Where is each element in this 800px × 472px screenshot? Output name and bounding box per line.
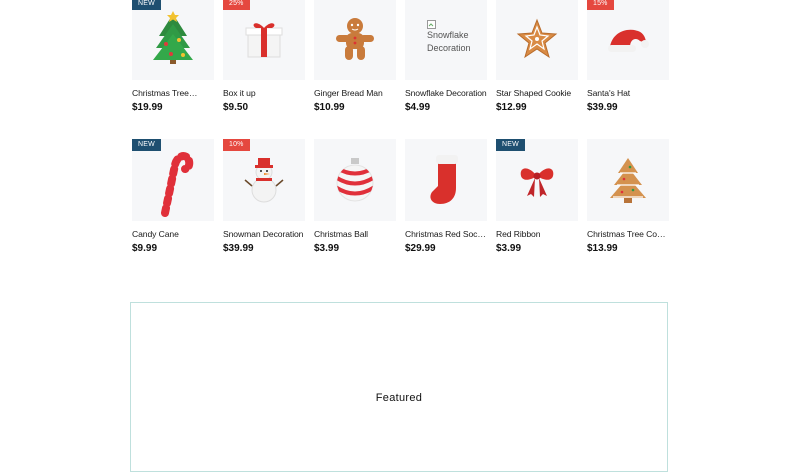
product-image[interactable]: NEW [496,139,578,221]
product-price: $4.99 [405,102,431,113]
new-badge: NEW [496,139,525,151]
product-image[interactable]: Snowflake Decoration [405,0,487,80]
product-image[interactable] [314,139,396,221]
product-name[interactable]: Christmas Tree… [132,88,214,98]
product-name[interactable]: Christmas Tree Cookie [587,229,669,239]
product-image[interactable]: NEW [132,0,214,80]
product-image[interactable]: 15% [587,0,669,80]
product-card[interactable]: 10% Snowman Decoration $39.99 [223,139,305,254]
snowman-icon [244,158,284,203]
product-name[interactable]: Christmas Red Sock's [405,229,487,239]
product-card[interactable]: Christmas Red Sock's $29.99 [405,139,487,254]
discount-badge: 25% [223,0,250,10]
christmas-ball-icon [336,158,374,202]
product-card[interactable]: Christmas Ball $3.99 [314,139,396,254]
christmas-tree-icon [153,11,193,64]
product-name[interactable]: Christmas Ball [314,229,396,239]
featured-section: Featured [130,302,668,472]
product-image[interactable]: 10% [223,139,305,221]
product-card[interactable]: Christmas Tree Cookie $13.99 [587,139,669,254]
product-price: $9.99 [132,243,158,254]
product-name[interactable]: Box it up [223,88,305,98]
product-card[interactable]: Snowflake Decoration Snowflake Decoratio… [405,0,487,113]
product-name[interactable]: Candy Cane [132,229,214,239]
product-card[interactable]: 15% Santa's Hat $39.99 [587,0,669,113]
product-card[interactable]: NEW Red Ribbon $3.99 [496,139,578,254]
product-price: $12.99 [496,102,527,113]
product-price: $39.99 [223,243,254,254]
product-image[interactable] [314,0,396,80]
gingerbread-man-icon [336,18,374,60]
product-image[interactable] [496,0,578,80]
product-image[interactable] [587,139,669,221]
product-name[interactable]: Snowflake Decoration [405,88,487,98]
product-price: $29.99 [405,243,436,254]
new-badge: NEW [132,139,161,151]
discount-badge: 15% [587,0,614,10]
product-price: $10.99 [314,102,345,113]
star-cookie-icon [516,18,558,59]
featured-title: Featured [375,392,423,404]
product-price: $3.99 [496,243,522,254]
discount-badge: 10% [223,139,250,151]
product-price: $3.99 [314,243,340,254]
candy-cane-icon [161,152,194,217]
product-name[interactable]: Snowman Decoration [223,229,305,239]
santa-hat-icon [608,29,649,52]
product-price: $39.99 [587,102,618,113]
product-card[interactable]: 25% Box it up $9.50 [223,0,305,113]
product-image[interactable]: 25% [223,0,305,80]
product-image[interactable]: NEW [132,139,214,221]
gift-box-icon [245,23,283,58]
product-name[interactable]: Red Ribbon [496,229,578,239]
product-card[interactable]: NEW Christmas Tree… $19.99 [132,0,214,113]
product-image[interactable] [405,139,487,221]
product-price: $9.50 [223,102,249,113]
product-price: $19.99 [132,102,163,113]
product-name[interactable]: Santa's Hat [587,88,669,98]
tree-cookie-icon [610,158,646,203]
product-grid-row-1: NEW Christmas Tree… $19.99 25% Box it up… [132,0,669,113]
new-badge: NEW [132,0,161,10]
product-name[interactable]: Star Shaped Cookie [496,88,578,98]
red-sock-icon [430,155,458,204]
image-alt-text: Snowflake Decoration [427,30,471,53]
red-ribbon-icon [520,168,554,197]
product-card[interactable]: Ginger Bread Man $10.99 [314,0,396,113]
product-card[interactable]: Star Shaped Cookie $12.99 [496,0,578,113]
product-card[interactable]: NEW Candy Cane $9.99 [132,139,214,254]
product-price: $13.99 [587,243,618,254]
product-name[interactable]: Ginger Bread Man [314,88,396,98]
product-grid-row-2: NEW Candy Cane $9.99 10% Snowman Decorat… [132,139,669,254]
